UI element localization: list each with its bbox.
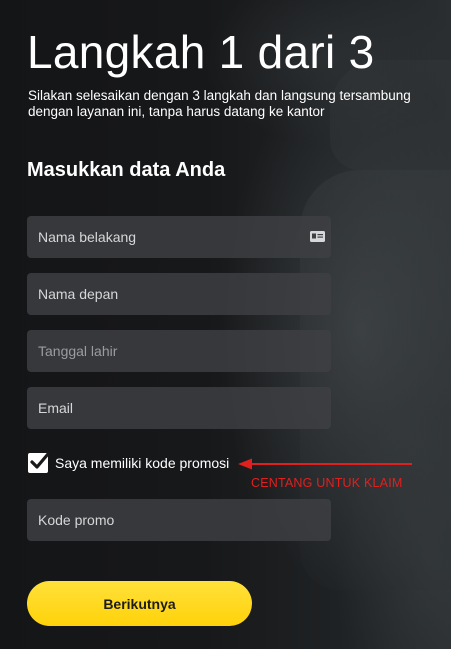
last-name-field[interactable]: Nama belakang xyxy=(27,216,331,258)
first-name-field[interactable]: Nama depan xyxy=(27,273,331,315)
id-card-icon xyxy=(310,231,325,242)
promo-code-checkbox-row[interactable]: Saya memiliki kode promosi xyxy=(28,452,230,473)
checkmark-icon xyxy=(30,452,50,469)
page-subtitle: Silakan selesaikan dengan 3 langkah dan … xyxy=(28,88,411,119)
promo-code-field[interactable]: Kode promo xyxy=(27,499,331,541)
promo-code-placeholder: Kode promo xyxy=(38,512,115,528)
birth-date-field[interactable]: Tanggal lahir xyxy=(27,330,331,372)
email-field[interactable]: Email xyxy=(27,387,331,429)
page-title: Langkah 1 dari 3 xyxy=(27,26,375,78)
claim-annotation: CENTANG UNTUK KLAIM xyxy=(251,476,403,490)
last-name-placeholder: Nama belakang xyxy=(38,229,137,245)
email-placeholder: Email xyxy=(38,400,74,416)
promo-code-checkbox[interactable] xyxy=(28,452,50,473)
first-name-placeholder: Nama depan xyxy=(38,286,119,302)
birth-date-placeholder: Tanggal lahir xyxy=(38,343,118,359)
red-arrow-icon xyxy=(238,458,412,470)
promo-code-checkbox-label: Saya memiliki kode promosi xyxy=(55,455,230,471)
section-title: Masukkan data Anda xyxy=(27,159,226,181)
next-button[interactable]: Berikutnya xyxy=(27,581,252,626)
